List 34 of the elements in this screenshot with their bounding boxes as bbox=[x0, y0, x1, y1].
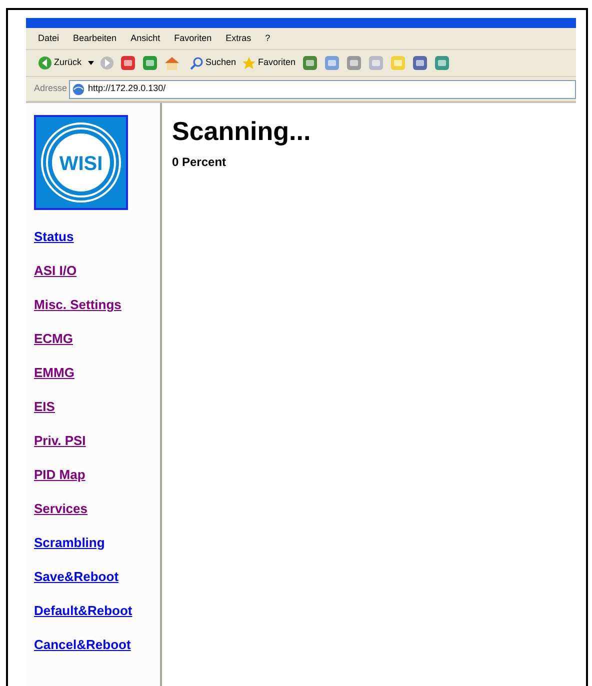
nav-link[interactable]: EIS bbox=[34, 398, 55, 415]
menu-item[interactable]: Extras bbox=[226, 32, 252, 46]
nav-link[interactable]: Scrambling bbox=[34, 534, 105, 551]
nav-link[interactable]: Services bbox=[34, 500, 88, 517]
page-icon bbox=[72, 82, 86, 96]
menu-item[interactable]: ? bbox=[265, 32, 270, 46]
favorites-button[interactable]: Favoriten bbox=[242, 56, 296, 70]
progress-text: 0 Percent bbox=[172, 154, 228, 171]
dropdown-arrow-icon[interactable] bbox=[88, 61, 94, 65]
menu-item[interactable]: Favoriten bbox=[174, 32, 212, 46]
nav-link[interactable]: Save&Reboot bbox=[34, 568, 119, 585]
nav-link[interactable]: Priv. PSI bbox=[34, 432, 86, 449]
address-field[interactable]: http://172.29.0.130/ bbox=[69, 80, 576, 98]
nav-link[interactable]: ASI I/O bbox=[34, 262, 77, 279]
back-button[interactable]: Zurück bbox=[38, 56, 82, 70]
home-icon[interactable] bbox=[164, 55, 180, 71]
menu-item[interactable]: Datei bbox=[38, 32, 60, 46]
star-icon bbox=[242, 56, 256, 70]
menu-item[interactable]: Bearbeiten bbox=[73, 32, 117, 46]
address-label: Adresse bbox=[34, 82, 68, 96]
nav-link[interactable]: Status bbox=[34, 228, 74, 245]
search-icon bbox=[190, 56, 204, 70]
nav-link[interactable]: Misc. Settings bbox=[34, 296, 122, 313]
nav-link[interactable]: Default&Reboot bbox=[34, 602, 132, 619]
search-button[interactable]: Suchen bbox=[190, 56, 236, 70]
address-text: http://172.29.0.130/ bbox=[88, 82, 166, 96]
menu-item[interactable]: Ansicht bbox=[130, 32, 160, 46]
nav-link[interactable]: PID Map bbox=[34, 466, 86, 483]
nav-link[interactable]: ECMG bbox=[34, 330, 73, 347]
nav-link[interactable]: Cancel&Reboot bbox=[34, 636, 131, 653]
page-heading: Scanning... bbox=[172, 115, 312, 147]
forward-icon[interactable] bbox=[100, 56, 114, 70]
nav-link[interactable]: EMMG bbox=[34, 364, 74, 381]
logo: WISI bbox=[34, 115, 128, 210]
